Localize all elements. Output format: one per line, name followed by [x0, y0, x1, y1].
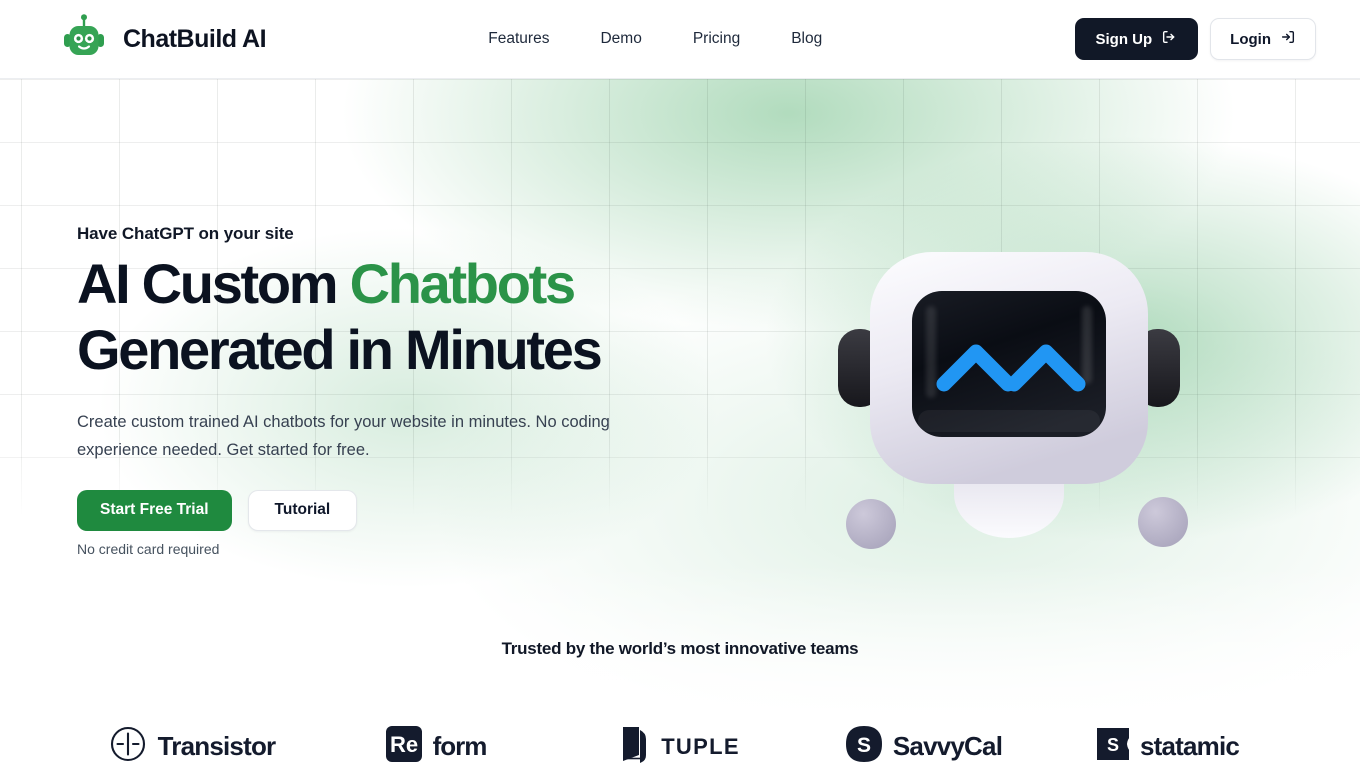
sign-up-button[interactable]: Sign Up [1074, 18, 1199, 60]
logo-statamic-name: statamic [1139, 731, 1240, 761]
login-label: Login [1230, 30, 1271, 48]
tutorial-button[interactable]: Tutorial [247, 489, 358, 531]
robot-mascot-illustration [826, 234, 1192, 564]
logo-savvycal: S SavvyCal [802, 726, 1046, 764]
nav-link-blog[interactable]: Blog [791, 30, 822, 48]
hero-subtitle: Create custom trained AI chatbots for yo… [77, 413, 610, 460]
login-button[interactable]: Login [1210, 18, 1316, 60]
trusted-by-section: Trusted by the world’s most innovative t… [0, 639, 1360, 764]
hero-section: Have ChatGPT on your site AI Custom Chat… [0, 79, 1360, 764]
login-arrow-icon [1280, 29, 1296, 49]
hero-eyebrow: Have ChatGPT on your site [77, 224, 294, 243]
hero-title-accent: Chatbots [349, 252, 577, 315]
tuple-book-icon [620, 725, 650, 764]
hero-title-line-2: Generated in Minutes [77, 318, 603, 381]
svg-text:S: S [857, 734, 871, 757]
logo-savvycal-name: SavvyCal [892, 731, 1003, 761]
savvycal-squircle-icon: S [845, 726, 882, 764]
hero-title: AI Custom Chatbots Generated in Minutes [77, 256, 677, 378]
brand-logo-link[interactable]: ChatBuild AI [58, 13, 267, 65]
logo-reform: Re form [314, 726, 558, 764]
main-navigation: Features Demo Pricing Blog [236, 30, 1074, 48]
reform-square-icon: Re [385, 726, 422, 764]
nav-link-pricing[interactable]: Pricing [693, 30, 740, 48]
nav-link-demo[interactable]: Demo [600, 30, 641, 48]
nav-link-features[interactable]: Features [488, 30, 549, 48]
hero-copy: Have ChatGPT on your site AI Custom Chat… [77, 224, 677, 557]
hero-title-line-1: AI Custom Chatbots [77, 256, 677, 312]
logo-tuple-name: TUPLE [661, 733, 740, 759]
svg-text:Re: Re [390, 732, 418, 757]
logo-statamic: S statamic [1046, 728, 1290, 764]
hero-note: No credit card required [77, 540, 220, 557]
transistor-circle-icon [109, 725, 147, 764]
logo-tuple: TUPLE [558, 725, 802, 764]
start-free-trial-button[interactable]: Start Free Trial [77, 489, 232, 531]
trusted-by-title: Trusted by the world’s most innovative t… [501, 639, 859, 658]
svg-text:S: S [1107, 735, 1119, 755]
landing-page: ChatBuild AI Features Demo Pricing Blog … [0, 0, 1360, 764]
sign-up-label: Sign Up [1095, 30, 1153, 48]
hero-title-plain: AI Custom [77, 252, 350, 315]
logo-transistor: Transistor [70, 725, 314, 764]
site-header: ChatBuild AI Features Demo Pricing Blog … [0, 0, 1360, 79]
logo-transistor-name: Transistor [157, 731, 277, 761]
statamic-badge-icon: S [1096, 728, 1129, 764]
logo-reform-word: form [432, 731, 488, 761]
logout-arrow-icon [1161, 29, 1177, 49]
robot-head-icon [58, 13, 110, 65]
header-actions: Sign Up Login [1074, 18, 1316, 60]
client-logo-row: Transistor Re form TUPLE S SavvyCal S st… [0, 725, 1360, 764]
hero-cta-row: Start Free Trial Tutorial [77, 489, 677, 531]
